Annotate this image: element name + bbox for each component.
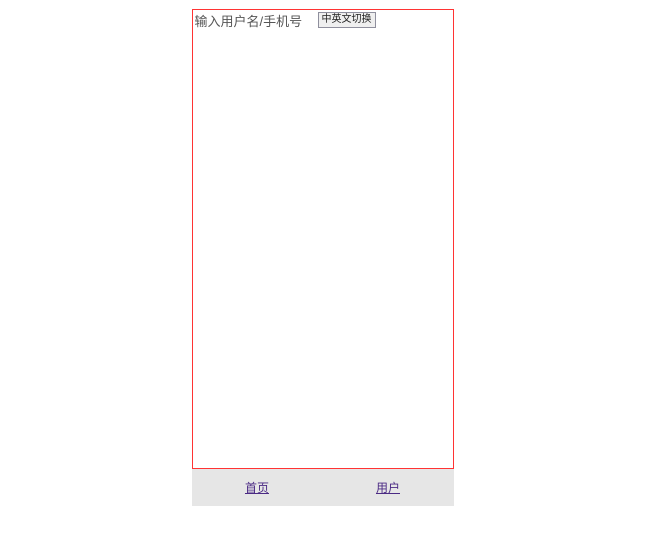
nav-home[interactable]: 首页 — [192, 469, 323, 506]
username-input[interactable] — [195, 12, 315, 30]
app-frame: 中英文切换 首页 用户 — [192, 9, 454, 506]
nav-user[interactable]: 用户 — [323, 469, 454, 506]
bottom-nav: 首页 用户 — [192, 469, 454, 506]
language-toggle-button[interactable]: 中英文切换 — [318, 12, 376, 28]
top-row: 中英文切换 — [193, 10, 453, 30]
content-panel: 中英文切换 — [192, 9, 454, 469]
